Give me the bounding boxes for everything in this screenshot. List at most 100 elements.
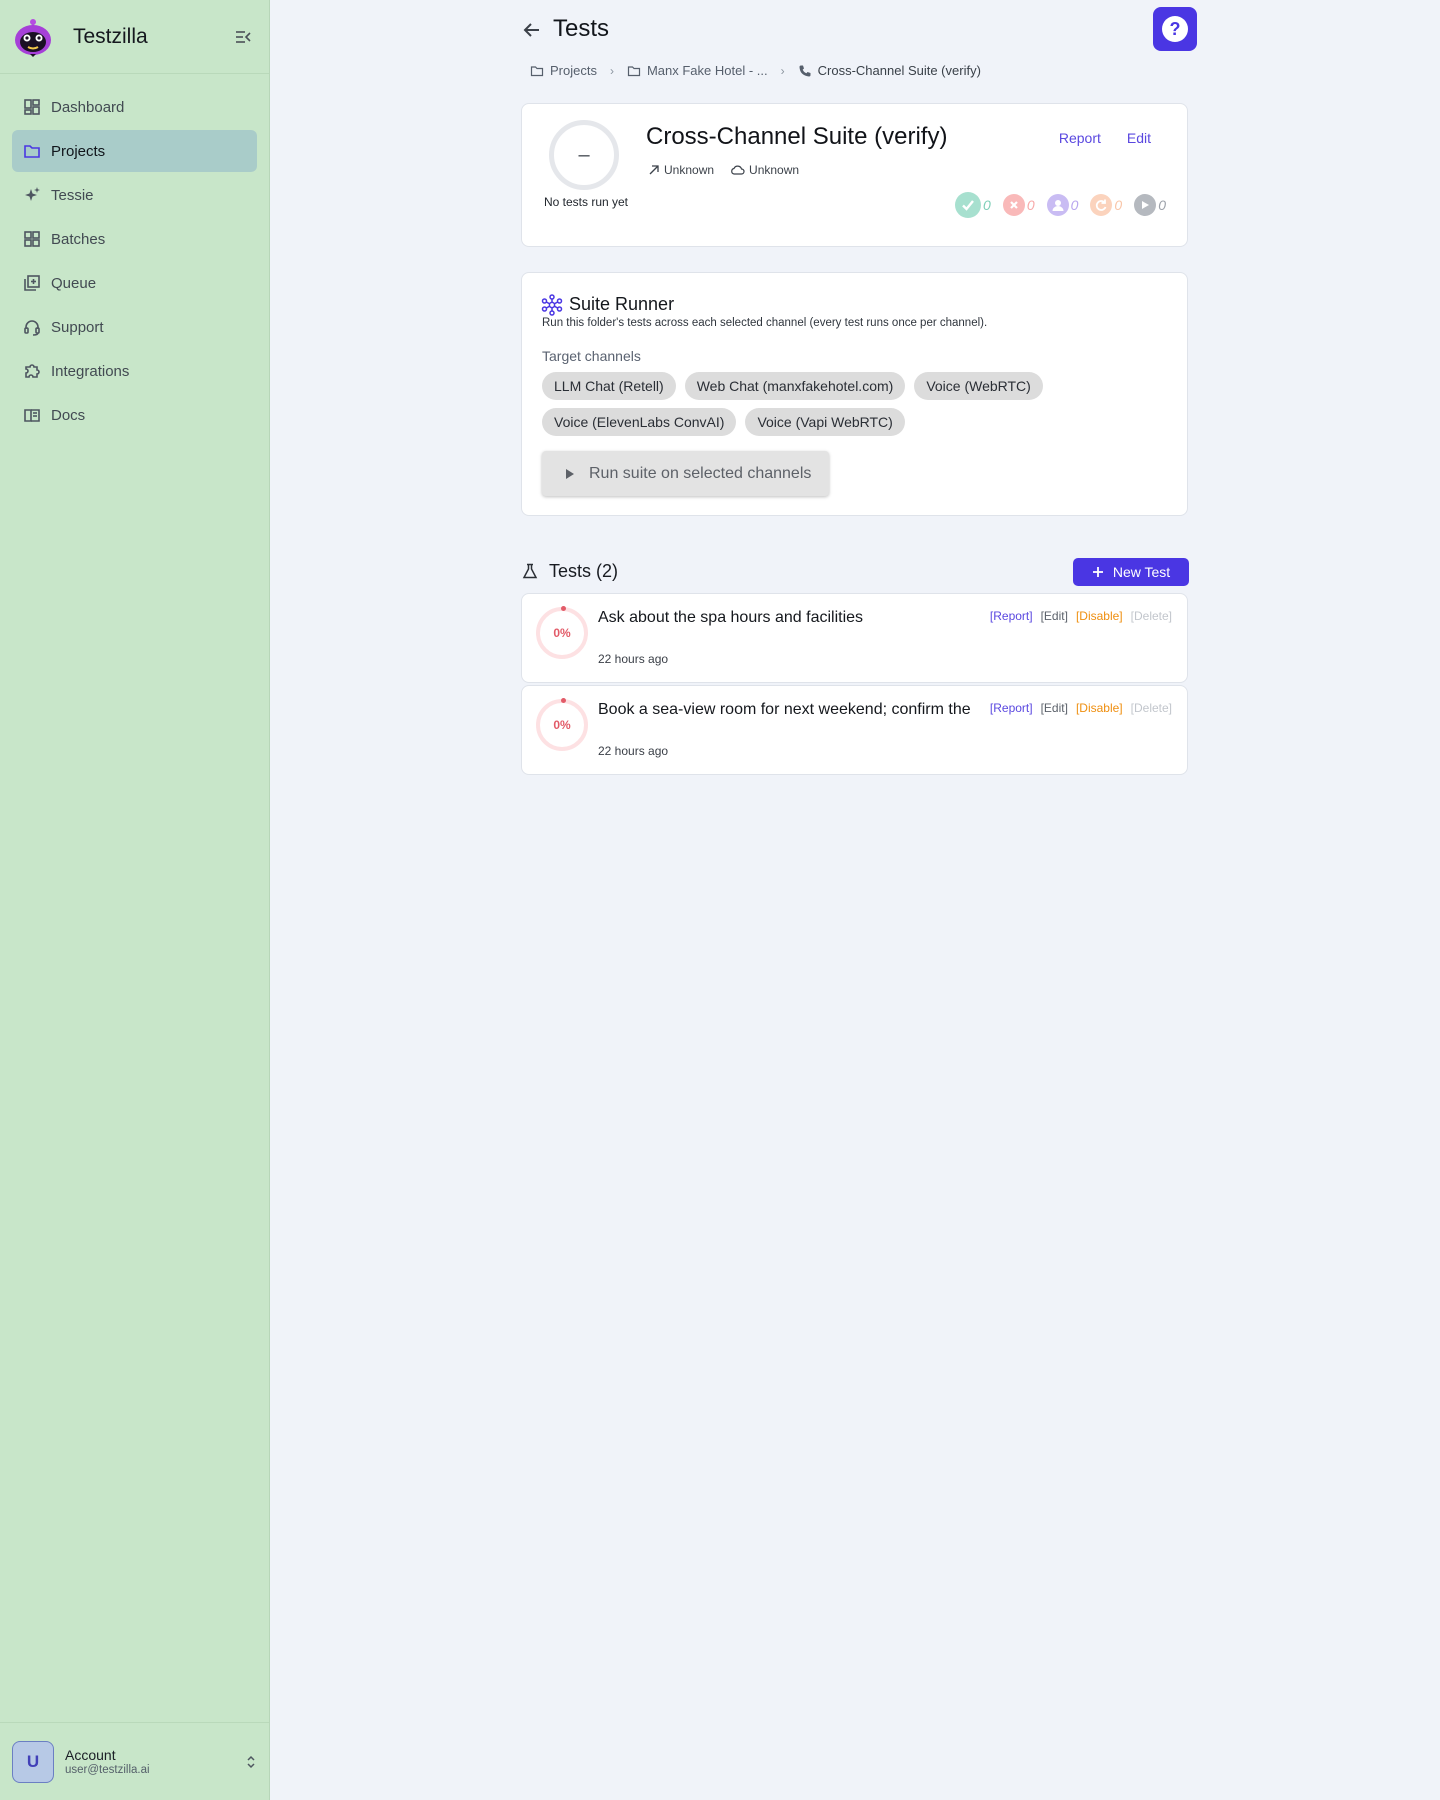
stat-passed: 0 [955, 192, 991, 218]
folder-icon [530, 65, 544, 76]
channel-chip[interactable]: Voice (Vapi WebRTC) [745, 408, 905, 436]
run-suite-button[interactable]: Run suite on selected channels [542, 451, 829, 496]
collapse-sidebar-button[interactable] [229, 23, 257, 51]
sidebar-item-label: Support [51, 318, 104, 336]
suite-environment: Unknown [730, 163, 799, 177]
test-delete-link[interactable]: [Delete] [1131, 701, 1172, 715]
sidebar-item-label: Projects [51, 142, 106, 160]
headset-icon [22, 317, 42, 337]
sparkle-icon [22, 185, 42, 205]
sidebar-item-dashboard[interactable]: Dashboard [12, 86, 257, 128]
suite-meta: Unknown Unknown [648, 163, 815, 177]
chevron-up-down-icon [247, 1755, 255, 1768]
sidebar-item-label: Tessie [51, 186, 94, 204]
sidebar-item-label: Docs [51, 406, 86, 424]
stat-failed-count: 0 [1026, 197, 1035, 213]
run-suite-label: Run suite on selected channels [589, 464, 812, 482]
test-disable-link[interactable]: [Disable] [1076, 609, 1123, 623]
sidebar-item-tessie[interactable]: Tessie [12, 174, 257, 216]
account-menu[interactable]: U Account user@testzilla.ai [0, 1722, 269, 1800]
trend-arrow-icon [649, 165, 659, 175]
sidebar-item-support[interactable]: Support [12, 306, 257, 348]
test-edit-link[interactable]: [Edit] [1041, 701, 1068, 715]
test-row[interactable]: 0% Ask about the spa hours and facilitie… [521, 593, 1188, 683]
network-icon [541, 294, 563, 316]
account-info: Account user@testzilla.ai [65, 1747, 245, 1776]
puzzle-icon [22, 361, 42, 381]
sidebar-item-label: Queue [51, 274, 97, 292]
sidebar-nav: Dashboard Projects Tessie Batches Queue [0, 74, 269, 436]
test-time: 22 hours ago [598, 652, 669, 666]
channel-chip[interactable]: Voice (ElevenLabs ConvAI) [542, 408, 737, 436]
breadcrumb-suite: Cross-Channel Suite (verify) [798, 63, 981, 78]
back-button[interactable] [520, 18, 544, 42]
avatar: U [12, 1740, 54, 1783]
sidebar-item-queue[interactable]: Queue [12, 262, 257, 304]
stat-retry-count: 0 [1114, 197, 1123, 213]
breadcrumb-label: Cross-Channel Suite (verify) [817, 63, 981, 78]
suite-summary-card: – No tests run yet Cross-Channel Suite (… [521, 103, 1188, 247]
test-actions: [Report] [Edit] [Disable] [Delete] [982, 701, 1172, 715]
suite-environment-label: Unknown [749, 163, 800, 177]
stat-human-count: 0 [1070, 197, 1079, 213]
channel-chip[interactable]: LLM Chat (Retell) [542, 372, 676, 400]
stat-retry: 0 [1090, 194, 1122, 216]
play-circle-icon [1134, 194, 1157, 216]
suite-score-ring: – [549, 120, 619, 190]
test-time: 22 hours ago [598, 744, 669, 758]
test-score-ring: 0% [536, 698, 588, 751]
test-name[interactable]: Book a sea-view room for next weekend; c… [598, 701, 978, 719]
app-name: Testzilla [73, 24, 148, 48]
report-link[interactable]: Report [1059, 130, 1101, 146]
edit-link[interactable]: Edit [1127, 130, 1151, 146]
new-test-button[interactable]: New Test [1073, 558, 1189, 586]
breadcrumb-projects[interactable]: Projects [530, 63, 597, 78]
test-row[interactable]: 0% Book a sea-view room for next weekend… [521, 685, 1188, 775]
folder-icon [627, 65, 641, 76]
chevron-right-icon: › [609, 63, 614, 78]
test-report-link[interactable]: [Report] [990, 609, 1033, 623]
help-button[interactable]: ? [1153, 7, 1197, 51]
sidebar-item-batches[interactable]: Batches [12, 218, 257, 260]
stat-passed-count: 0 [983, 197, 991, 213]
sidebar-item-docs[interactable]: Docs [12, 394, 257, 436]
plus-icon [1092, 567, 1103, 577]
sidebar-item-integrations[interactable]: Integrations [12, 350, 257, 392]
cloud-icon [731, 165, 745, 175]
check-icon [955, 192, 982, 218]
sidebar: Testzilla Dashboard Projects Tessie Batc… [0, 0, 270, 1800]
test-report-link[interactable]: [Report] [990, 701, 1033, 715]
queue-icon [22, 273, 42, 293]
page-title: Tests [553, 15, 610, 42]
channel-chips: LLM Chat (Retell) Web Chat (manxfakehote… [542, 372, 1162, 444]
book-icon [22, 405, 42, 425]
target-channels-label: Target channels [542, 348, 641, 364]
stat-failed: 0 [1002, 194, 1035, 216]
test-name[interactable]: Ask about the spa hours and facilities [598, 609, 978, 627]
test-score-ring: 0% [536, 606, 588, 659]
suite-stats: 0 0 0 0 0 [943, 192, 1166, 218]
help-icon: ? [1162, 16, 1188, 42]
test-disable-link[interactable]: [Disable] [1076, 701, 1123, 715]
x-circle-icon [1002, 194, 1025, 216]
arrow-left-icon [523, 23, 539, 37]
runner-title: Suite Runner [569, 294, 675, 314]
test-edit-link[interactable]: [Edit] [1041, 609, 1068, 623]
breadcrumb-project[interactable]: Manx Fake Hotel - ... [627, 63, 768, 78]
sidebar-item-label: Batches [51, 230, 106, 248]
channel-chip[interactable]: Web Chat (manxfakehotel.com) [684, 372, 906, 400]
sidebar-item-label: Dashboard [51, 98, 125, 116]
play-icon [566, 468, 574, 479]
channel-chip[interactable]: Voice (WebRTC) [914, 372, 1043, 400]
flask-icon [522, 563, 538, 579]
suite-actions: Report Edit [1033, 130, 1151, 146]
runner-description: Run this folder's tests across each sele… [542, 317, 988, 329]
suite-status-text: No tests run yet [543, 195, 629, 209]
suite-trend: Unknown [648, 163, 714, 177]
sidebar-item-projects[interactable]: Projects [12, 130, 257, 172]
test-actions: [Report] [Edit] [Disable] [Delete] [982, 609, 1172, 623]
grid-icon [22, 229, 42, 249]
stat-pending: 0 [1134, 194, 1166, 216]
tests-header: Tests (2) New Test [522, 558, 1189, 588]
test-delete-link[interactable]: [Delete] [1131, 609, 1172, 623]
